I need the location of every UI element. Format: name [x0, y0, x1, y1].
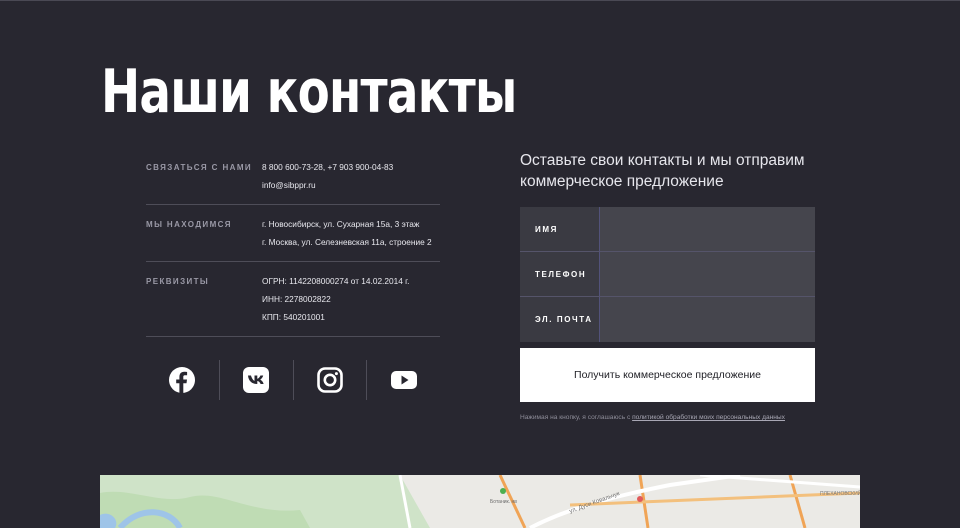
contacts-row-contact: СВЯЗАТЬСЯ С НАМИ 8 800 600-73-28, +7 903…	[146, 148, 440, 205]
contacts-row-requisites: РЕКВИЗИТЫ ОГРН: 1142208000274 от 14.02.2…	[146, 262, 440, 337]
facebook-icon[interactable]	[169, 367, 196, 393]
social-vk	[218, 360, 293, 400]
address-moscow: г. Москва, ул. Селезневская 11а, строени…	[262, 237, 432, 247]
map-place-label: Ботаник. нв	[490, 499, 517, 505]
name-input[interactable]	[600, 207, 815, 251]
field-email: ЭЛ. ПОЧТА	[520, 297, 815, 342]
request-form: ИМЯ ТЕЛЕФОН ЭЛ. ПОЧТА	[520, 207, 815, 342]
field-label: ТЕЛЕФОН	[520, 252, 600, 296]
email-input[interactable]	[600, 297, 815, 342]
get-offer-button[interactable]: Получить коммерческое предложение	[520, 348, 815, 402]
form-heading: Оставьте свои контакты и мы отправим ком…	[520, 152, 805, 190]
inn-value: ИНН: 2278002822	[262, 294, 331, 304]
contacts-row-address: МЫ НАХОДИМСЯ г. Новосибирск, ул. Сухарна…	[146, 205, 440, 262]
contacts-row-label: МЫ НАХОДИМСЯ	[146, 220, 232, 229]
social-facebook	[146, 360, 219, 400]
ogrn-value: ОГРН: 1142208000274 от 14.02.2014 г.	[262, 276, 410, 286]
youtube-icon[interactable]	[390, 370, 417, 390]
map[interactable]: ул. Дуси Ковальчук Ботаник. нв ПЛЕХАНОВС…	[100, 475, 860, 528]
map-area-label: ПЛЕХАНОВСКИЙ	[820, 489, 860, 497]
social-youtube	[366, 360, 440, 400]
consent-text: Нажимая на кнопку, я соглашаюсь с	[520, 414, 633, 421]
instagram-icon[interactable]	[317, 367, 343, 393]
privacy-policy-link[interactable]: политикой обработки моих персональных да…	[632, 414, 785, 421]
phone-numbers[interactable]: 8 800 600-73-28, +7 903 900-04-83	[262, 158, 440, 176]
social-links	[146, 360, 440, 400]
contacts-row-label: РЕКВИЗИТЫ	[146, 277, 210, 286]
social-instagram	[292, 360, 367, 400]
email-link[interactable]: info@sibppr.ru	[262, 176, 440, 194]
field-label: ЭЛ. ПОЧТА	[520, 297, 600, 342]
field-name: ИМЯ	[520, 207, 815, 252]
vk-icon[interactable]	[243, 367, 270, 393]
page-title: Наши контакты	[101, 57, 517, 127]
field-phone: ТЕЛЕФОН	[520, 252, 815, 297]
map-canvas: ул. Дуси Ковальчук Ботаник. нв ПЛЕХАНОВС…	[100, 475, 860, 528]
field-label: ИМЯ	[520, 207, 600, 251]
phone-input[interactable]	[600, 252, 815, 296]
kpp-value: КПП: 540201001	[262, 312, 325, 322]
consent-note: Нажимая на кнопку, я соглашаюсь с полити…	[520, 414, 785, 421]
contacts-row-label: СВЯЗАТЬСЯ С НАМИ	[146, 163, 253, 172]
contacts-block: СВЯЗАТЬСЯ С НАМИ 8 800 600-73-28, +7 903…	[146, 148, 440, 337]
address-novosibirsk: г. Новосибирск, ул. Сухарная 15а, 3 этаж	[262, 219, 420, 229]
top-divider	[0, 0, 960, 1]
